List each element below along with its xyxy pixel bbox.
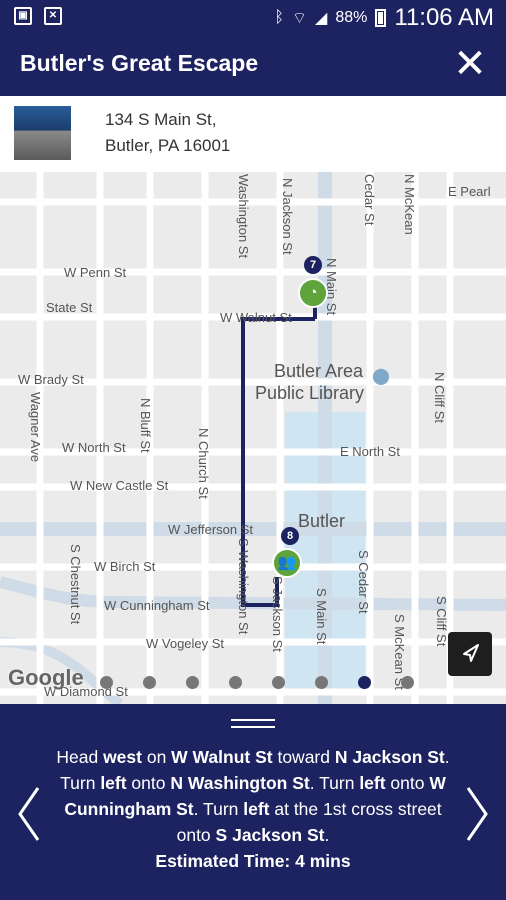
street-label: W North St xyxy=(62,440,126,455)
street-label: N Jackson St xyxy=(280,178,295,255)
street-label: E North St xyxy=(340,444,400,459)
street-label: S Washington St xyxy=(236,538,251,635)
direction-text: Head west on W Walnut St toward N Jackso… xyxy=(56,747,450,871)
food-icon[interactable]: ◔ xyxy=(298,278,328,308)
street-label: N Bluff St xyxy=(138,398,153,453)
pagination-dot[interactable] xyxy=(315,676,328,689)
pagination-dot[interactable] xyxy=(401,676,414,689)
street-label: Cedar St xyxy=(362,174,377,226)
street-label: Wagner Ave xyxy=(28,392,43,463)
status-bar: ▣ ✕ ᛒ ⌔ ◢ 88% 11:06 AM xyxy=(0,0,506,34)
street-label: N McKean xyxy=(402,174,417,235)
street-label: W Jefferson St xyxy=(168,522,254,537)
image-icon: ▣ xyxy=(14,7,32,25)
restroom-icon[interactable]: 👥 xyxy=(272,548,302,578)
street-label: W Brady St xyxy=(18,372,84,387)
street-label: S Cedar St xyxy=(356,550,371,614)
locate-button[interactable] xyxy=(448,632,492,676)
chevron-right-icon[interactable] xyxy=(462,784,492,844)
pagination-dot[interactable] xyxy=(100,676,113,689)
address-line-1: 134 S Main St, xyxy=(105,110,217,129)
estimated-time: Estimated Time: 4 mins xyxy=(155,851,351,871)
battery-icon xyxy=(375,9,387,27)
street-label: W Cunningham St xyxy=(104,598,210,613)
library-label-line2: Public Library xyxy=(255,383,365,403)
street-label: N Cliff St xyxy=(432,372,447,424)
street-label: S Jackson St xyxy=(270,576,285,652)
battery-percent: 88% xyxy=(335,9,368,26)
map-view[interactable]: E Pearl W Penn St State St W Walnut St W… xyxy=(0,172,506,704)
app-header: Butler's Great Escape ✕ xyxy=(0,34,506,96)
street-label: N Church St xyxy=(196,428,211,499)
street-label: S Cliff St xyxy=(434,596,449,647)
directions-panel: Head west on W Walnut St toward N Jackso… xyxy=(0,704,506,900)
close-icon[interactable]: ✕ xyxy=(448,42,492,86)
street-label: S Chestnut St xyxy=(68,544,83,625)
pagination-dots xyxy=(100,676,414,689)
bluetooth-icon: ᛒ xyxy=(274,9,284,26)
place-thumbnail[interactable] xyxy=(14,106,71,160)
pagination-dot-active[interactable] xyxy=(358,676,371,689)
pagination-dot[interactable] xyxy=(229,676,242,689)
page-title: Butler's Great Escape xyxy=(20,50,259,76)
marker-number: 7 xyxy=(304,256,322,274)
street-label: W Walnut St xyxy=(220,310,292,325)
pagination-dot[interactable] xyxy=(143,676,156,689)
street-label: W Penn St xyxy=(64,265,127,280)
signal-icon: ◢ xyxy=(315,10,328,27)
street-label: E Pearl xyxy=(448,184,491,199)
butler-label: Butler xyxy=(298,511,346,531)
street-label: W New Castle St xyxy=(70,478,169,493)
file-icon: ✕ xyxy=(44,7,62,25)
street-label: State St xyxy=(46,300,93,315)
pagination-dot[interactable] xyxy=(186,676,199,689)
chevron-left-icon[interactable] xyxy=(14,784,44,844)
pagination-dot[interactable] xyxy=(272,676,285,689)
address-panel: 134 S Main St, Butler, PA 16001 xyxy=(0,96,506,172)
bookmark-icon: ⬤ xyxy=(372,368,390,385)
street-label: W Vogeley St xyxy=(146,636,225,651)
street-label: S Main St xyxy=(314,588,329,645)
marker-number: 8 xyxy=(281,527,299,545)
clock: 11:06 AM xyxy=(394,4,494,31)
navigation-arrow-icon xyxy=(463,644,479,662)
street-label: W Birch St xyxy=(94,559,156,574)
address-line-2: Butler, PA 16001 xyxy=(105,136,231,155)
library-label-line1: Butler Area xyxy=(274,361,364,381)
wifi-icon: ⌔ xyxy=(291,10,308,27)
drag-handle-icon[interactable] xyxy=(231,719,275,728)
google-logo: Google xyxy=(8,665,84,690)
street-label: Washington St xyxy=(236,174,251,259)
